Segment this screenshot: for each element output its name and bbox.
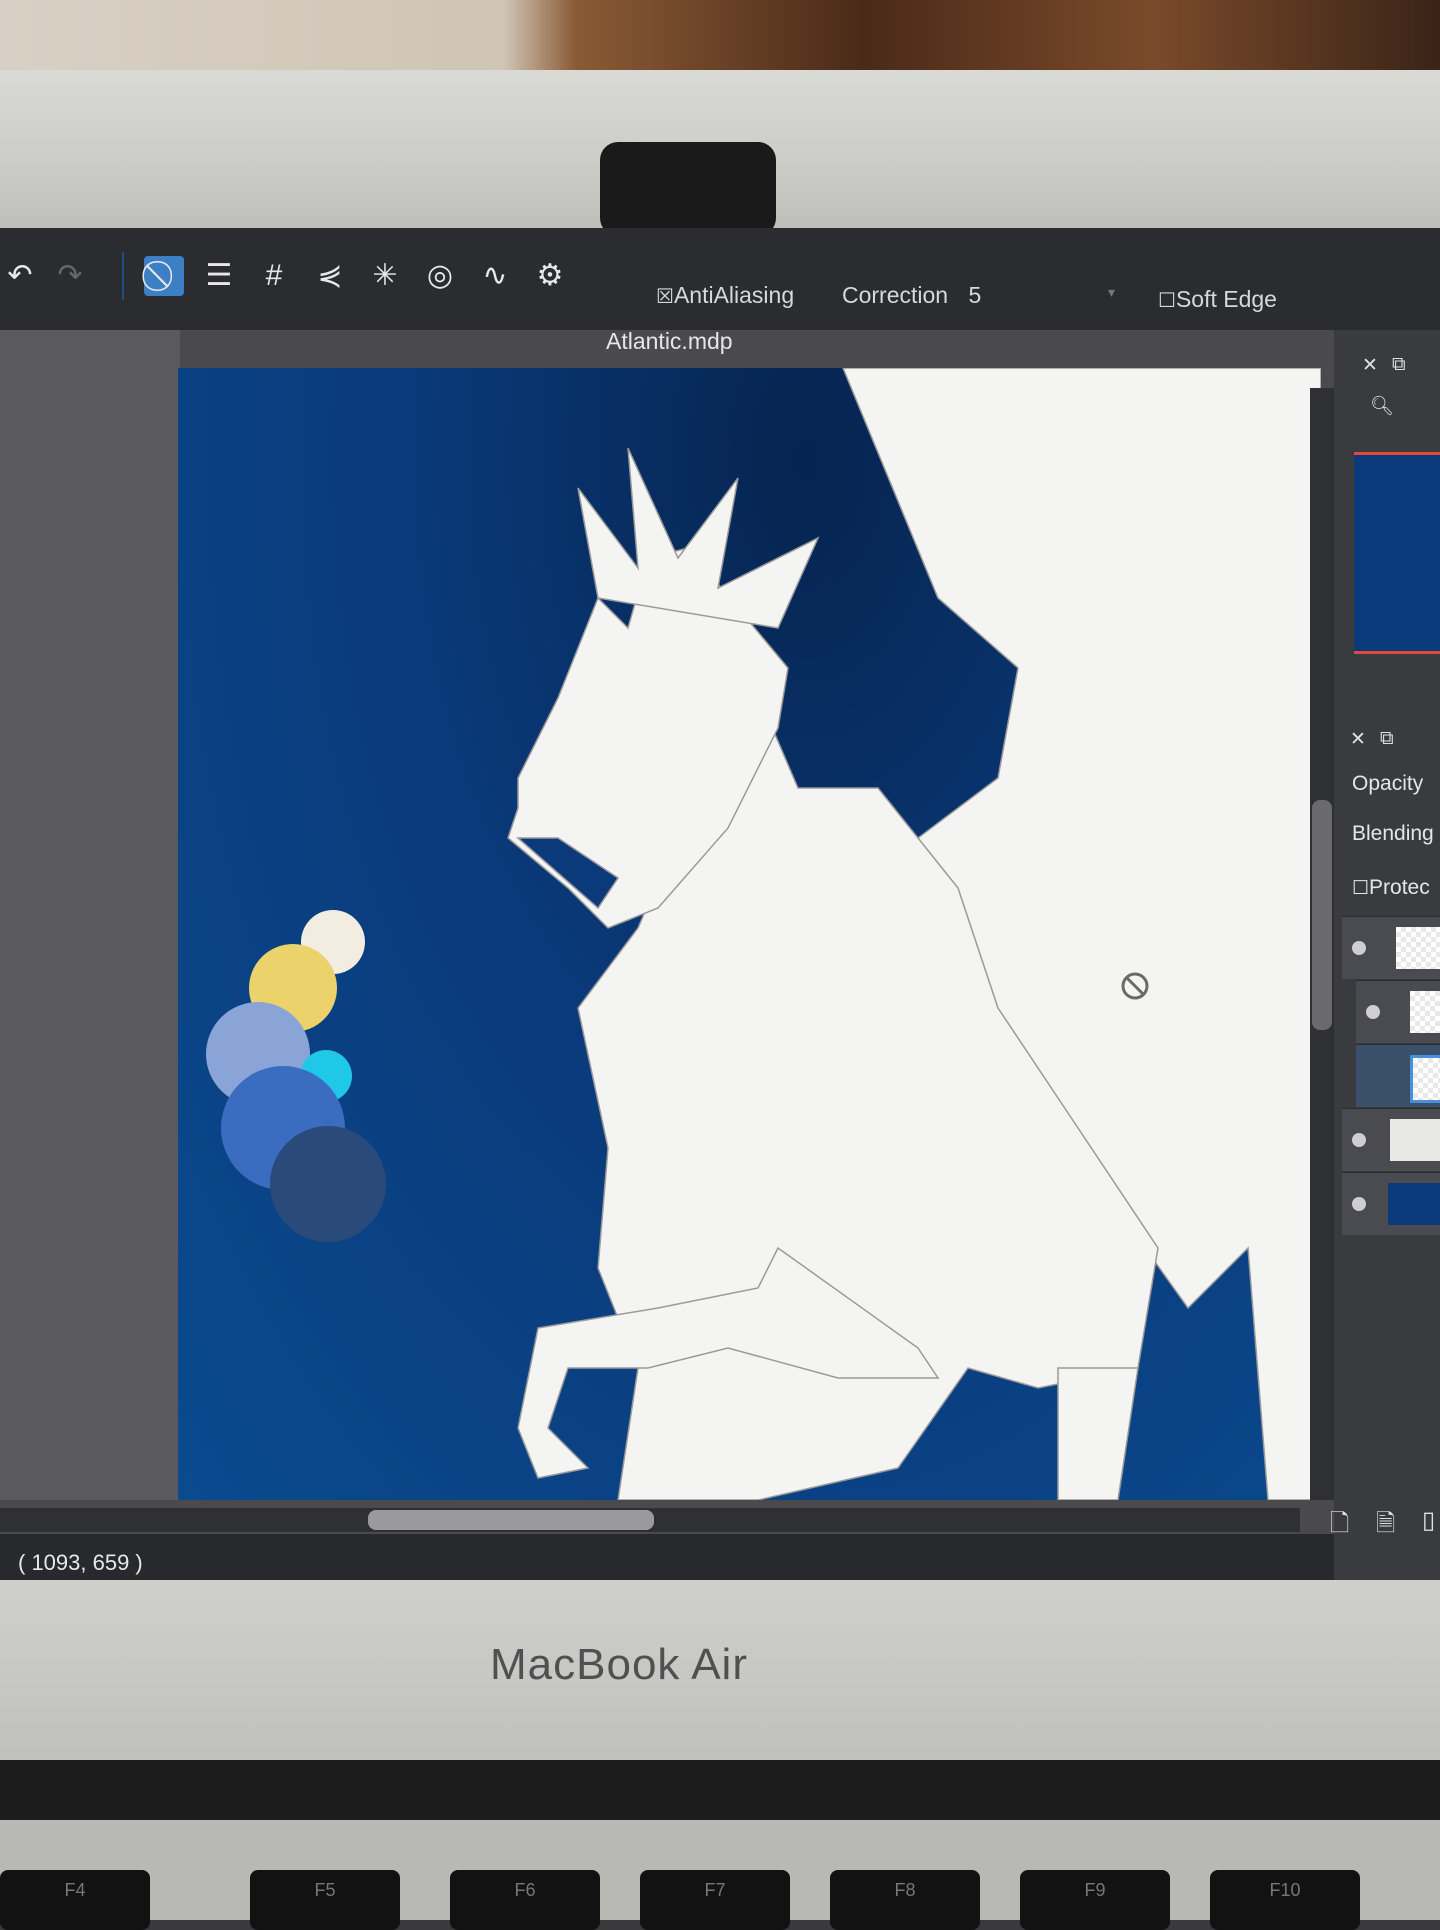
navigator-preview[interactable] <box>1354 452 1440 654</box>
color-swatches <box>206 910 386 1242</box>
antialiasing-label: AntiAliasing <box>673 282 795 308</box>
grid-snap-icon[interactable]: # <box>254 256 294 296</box>
swatch-slate <box>270 1126 386 1242</box>
layer-thumbnail <box>1396 927 1440 969</box>
perspective-snap-icon[interactable]: ⋞ <box>310 256 350 296</box>
background-poster <box>0 0 1440 80</box>
webcam <box>600 142 776 236</box>
parallel-snap-icon[interactable]: ☰ <box>199 256 239 296</box>
redo-icon[interactable]: ↷ <box>50 256 90 296</box>
zoom-icon[interactable]: 🔍︎ <box>1370 394 1394 418</box>
radial-snap-icon[interactable]: ✳ <box>365 256 405 296</box>
layer-panel-detach-icon[interactable]: ⧉ <box>1380 728 1394 750</box>
layer-visibility-icon[interactable] <box>1352 1133 1366 1147</box>
protect-label: Protec <box>1369 876 1430 899</box>
checkbox-unchecked-icon: ☐ <box>1352 878 1370 899</box>
protect-alpha-checkbox[interactable]: ☐Protec <box>1352 876 1430 900</box>
correction-control[interactable]: Correction 5 <box>842 282 981 309</box>
snap-off-icon[interactable]: ⃠ <box>144 256 184 296</box>
layer-thumbnail <box>1390 1119 1440 1161</box>
layer-row[interactable] <box>1342 1108 1440 1171</box>
layer-visibility-icon[interactable] <box>1352 1197 1366 1211</box>
new-layer-icon[interactable]: 🗋 <box>1330 1506 1349 1547</box>
antialiasing-checkbox[interactable]: ☒AntiAliasing <box>656 282 794 309</box>
layer-thumbnail <box>1410 991 1440 1033</box>
status-bar <box>0 1534 1440 1580</box>
cursor-coordinates: ( 1093, 659 ) <box>18 1550 143 1575</box>
artwork-svg <box>206 368 1321 1500</box>
drawing-canvas[interactable] <box>178 368 1321 1500</box>
layer-visibility-icon[interactable] <box>1352 941 1366 955</box>
soft-edge-label: Soft Edge <box>1175 286 1277 312</box>
layer-thumbnail <box>1388 1183 1440 1225</box>
keyboard-key: F7 <box>640 1870 790 1930</box>
correction-dropdown-arrow-icon[interactable]: ▾ <box>1108 284 1115 301</box>
circle-snap-icon[interactable]: ⚙ <box>530 256 570 296</box>
dragon-crest <box>577 447 820 629</box>
layer-options-icon[interactable]: ▯ <box>1422 1506 1435 1535</box>
keyboard-key: F10 <box>1210 1870 1360 1930</box>
layer-thumbnail <box>1410 1055 1440 1103</box>
horizontal-scroll-thumb[interactable] <box>368 1510 654 1530</box>
keyboard-key: F5 <box>250 1870 400 1930</box>
layer-row[interactable] <box>1342 916 1440 979</box>
dragon-lineart <box>507 368 1321 1500</box>
correction-value: 5 <box>968 282 982 308</box>
layer-panel-close-icon[interactable]: ✕ <box>1350 728 1366 751</box>
laptop-hinge <box>0 1760 1440 1820</box>
close-icon[interactable]: ✕ <box>1362 354 1378 377</box>
app-screen: ↶ ↷ ⃠ ☰ # ⋞ ✳ ◎ ∿ ⚙ ☒AntiAliasing Correc… <box>0 228 1440 1580</box>
keyboard-key: F9 <box>1020 1870 1170 1930</box>
layer-row-selected[interactable] <box>1356 1044 1440 1107</box>
layer-row[interactable] <box>1342 1172 1440 1235</box>
correction-label: Correction <box>842 282 949 308</box>
laptop-brand-label: MacBook Air <box>490 1640 748 1689</box>
canvas-margin-left <box>0 330 180 1500</box>
layer-row[interactable] <box>1356 980 1440 1043</box>
vertical-scroll-thumb[interactable] <box>1312 800 1332 1030</box>
checkbox-checked-icon: ☒ <box>656 286 674 308</box>
concentric-snap-icon[interactable]: ◎ <box>420 256 460 296</box>
blending-label[interactable]: Blending <box>1352 822 1434 846</box>
opacity-label[interactable]: Opacity <box>1352 772 1423 796</box>
curve-snap-icon[interactable]: ∿ <box>475 256 515 296</box>
document-title: Atlantic.mdp <box>606 328 733 354</box>
undo-icon[interactable]: ↶ <box>0 256 40 296</box>
keyboard-key: F6 <box>450 1870 600 1930</box>
toolbar: ↶ ↷ ⃠ ☰ # ⋞ ✳ ◎ ∿ ⚙ ☒AntiAliasing Correc… <box>0 228 1440 354</box>
new-layer-folder-icon[interactable]: 🗎 <box>1376 1506 1395 1547</box>
keyboard-key: F8 <box>830 1870 980 1930</box>
keyboard-key: F4 <box>0 1870 150 1930</box>
detach-icon[interactable]: ⧉ <box>1392 354 1406 376</box>
toolbar-divider <box>122 252 124 300</box>
checkbox-unchecked-icon: ☐ <box>1158 290 1176 312</box>
dragon-hindleg <box>1057 1367 1139 1500</box>
layer-visibility-icon[interactable] <box>1366 1005 1380 1019</box>
soft-edge-checkbox[interactable]: ☐Soft Edge <box>1158 286 1277 313</box>
